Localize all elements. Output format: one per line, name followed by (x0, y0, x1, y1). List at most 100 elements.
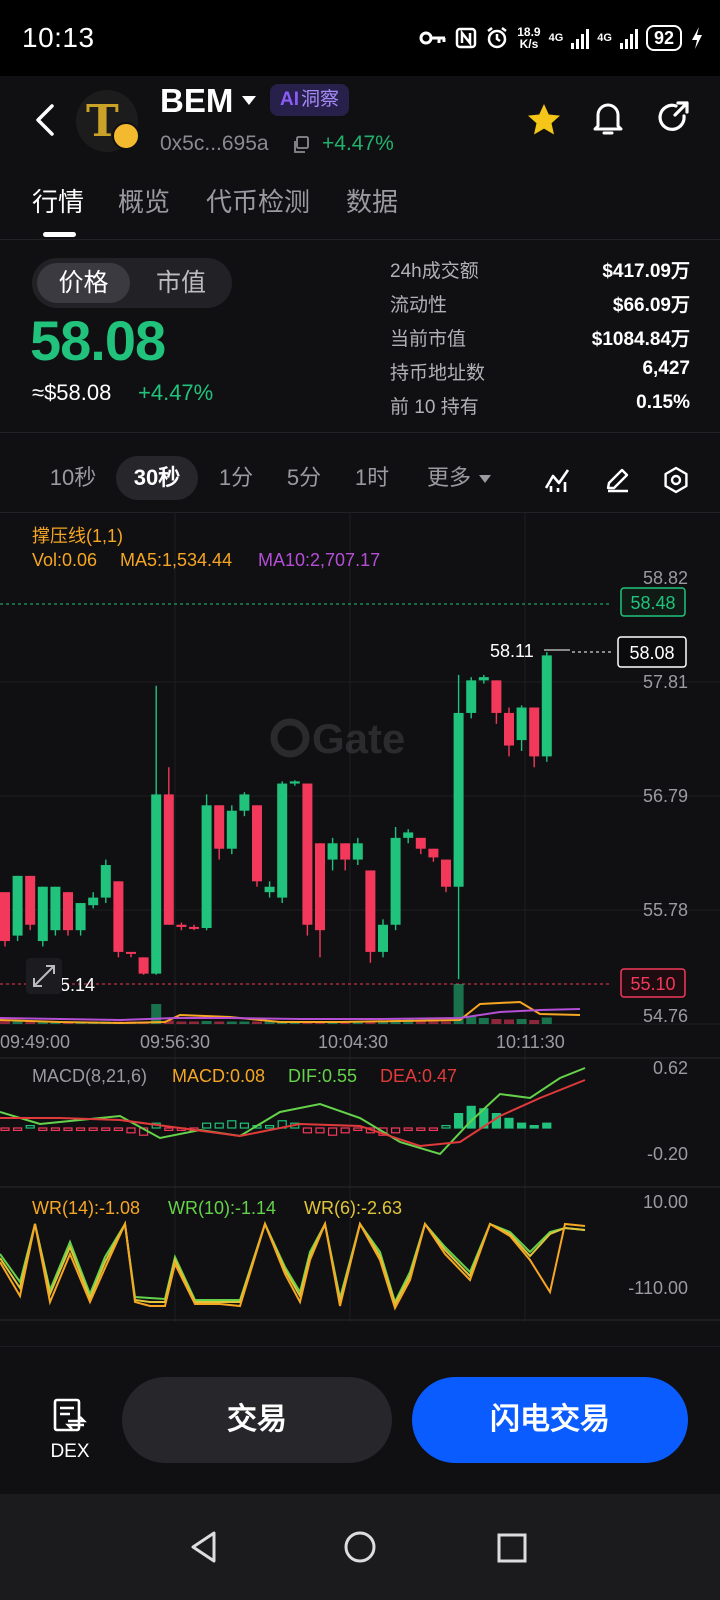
star-icon[interactable] (524, 100, 564, 140)
macd-bar (340, 1127, 350, 1134)
macd-bar (265, 1124, 275, 1129)
interval-5m[interactable]: 5分 (274, 456, 334, 500)
interval-10s[interactable]: 10秒 (40, 456, 106, 500)
macd-bar (75, 1127, 86, 1132)
tab-data[interactable]: 数据 (346, 182, 398, 219)
candle-body (239, 794, 250, 811)
gate-watermark: Gate (270, 715, 405, 762)
nav-back-icon[interactable] (188, 1530, 220, 1564)
volume-bar (214, 1021, 225, 1024)
candle-body (327, 843, 338, 860)
interval-30s[interactable]: 30秒 (116, 456, 198, 500)
interval-more[interactable]: 更多 (414, 456, 504, 500)
candle-body (390, 837, 401, 925)
wr10-line (0, 1220, 586, 1307)
kline-chart[interactable]: Gate 58.82 57.81 56.79 55.78 54.76 58.48… (0, 512, 720, 1346)
current-price-tag: 58.08 (617, 636, 687, 668)
overlay-indicator-name[interactable]: 撑压线(1,1) (32, 522, 123, 548)
expand-icon[interactable] (26, 958, 62, 994)
volume-bar (239, 1021, 250, 1024)
volume-label: Vol:0.06 (32, 550, 98, 570)
signal-icon-2 (619, 27, 638, 49)
macd-name[interactable]: MACD(8,21,6) (32, 1066, 147, 1087)
macd-bar (302, 1127, 312, 1134)
stat-label: 前 10 持有 (390, 397, 479, 418)
macd-axis-bottom: -0.20 (647, 1144, 688, 1164)
indicator-icon[interactable] (544, 466, 572, 494)
toggle-price[interactable]: 价格 (37, 263, 130, 303)
interval-1h[interactable]: 1时 (342, 456, 402, 500)
token-symbol[interactable]: BEM (160, 82, 233, 120)
wr6-line (0, 1220, 586, 1311)
stat-value: $1084.84万 (591, 329, 690, 350)
candle-body (541, 655, 552, 757)
tab-overview[interactable]: 概览 (118, 182, 170, 219)
divider (0, 432, 720, 433)
interval-bar: 10秒 30秒 1分 5分 1时 更多 (0, 446, 720, 506)
candle-body (466, 680, 477, 713)
candle-body (491, 680, 502, 713)
volume-ma10-line (0, 1008, 581, 1022)
stat-row-top10: 前 10 持有 0.15% (390, 392, 690, 426)
candle-body (504, 712, 514, 746)
resistance-tag-text: 58.48 (630, 593, 675, 613)
stat-value: 6,427 (642, 358, 690, 379)
time-axis-label: 09:56:30 (140, 1032, 210, 1052)
macd-bar (416, 1127, 426, 1132)
time-axis: 09:49:00 09:56:30 10:04:30 10:11:30 (0, 1032, 565, 1052)
macd-bar (529, 1124, 539, 1129)
candle-body (516, 707, 527, 741)
candle-body (0, 892, 10, 942)
candle-body (176, 924, 187, 927)
macd-bar (403, 1127, 413, 1132)
chevron-down-icon[interactable] (242, 96, 256, 105)
tab-token-check[interactable]: 代币检测 (206, 182, 310, 219)
trade-button[interactable]: 交易 (122, 1377, 392, 1463)
candle-body (113, 881, 124, 952)
macd-axis: 0.62 -0.20 (647, 1058, 688, 1164)
interval-1m[interactable]: 1分 (206, 456, 266, 500)
wr6-label: WR(6):-2.63 (304, 1198, 403, 1218)
net-speed-unit: K/s (519, 37, 539, 51)
nav-recents-icon[interactable] (496, 1532, 528, 1564)
network-type-1: 4G (548, 31, 564, 44)
draw-pen-icon[interactable] (604, 466, 632, 494)
wr10-label: WR(10):-1.14 (168, 1198, 277, 1218)
chevron-down-icon (479, 475, 491, 484)
back-button[interactable] (28, 100, 64, 140)
ai-prefix: AI (280, 89, 299, 110)
volume-bar (441, 1021, 451, 1024)
candle-body (378, 924, 388, 952)
charging-icon (692, 27, 702, 49)
nav-home-icon[interactable] (343, 1530, 377, 1564)
bell-icon[interactable] (590, 98, 626, 138)
dex-button[interactable]: DEX (38, 1387, 102, 1467)
toggle-market-cap[interactable]: 市值 (136, 263, 226, 303)
macd-bar (315, 1127, 325, 1134)
macd-bar (113, 1127, 124, 1132)
candle-body (12, 875, 23, 936)
usd-change: +4.47% (138, 380, 214, 405)
dea-value: DEA:0.47 (380, 1066, 458, 1086)
stat-label: 持币地址数 (390, 363, 486, 384)
copy-icon[interactable] (292, 136, 310, 154)
time-axis-label: 09:49:00 (0, 1032, 70, 1052)
candle-body (264, 886, 275, 893)
ai-insight-badge[interactable]: AI 洞察 (270, 84, 350, 116)
app-screen: T BEM AI 洞察 0x5c...695a +4.47% 行情 概览 代币检测… (0, 76, 720, 1494)
tab-market[interactable]: 行情 (32, 182, 84, 219)
macd-bar (542, 1122, 552, 1129)
stat-row-liquidity: 流动性 $66.09万 (390, 290, 690, 324)
time-axis-label: 10:04:30 (318, 1032, 388, 1052)
divider (0, 239, 720, 240)
net-speed: 18.9 K/s (517, 26, 540, 50)
battery-indicator: 92 (645, 25, 682, 51)
candle-body (226, 810, 237, 849)
volume-bar (541, 1017, 552, 1024)
candle-body (37, 886, 48, 942)
chart-settings-icon[interactable] (662, 466, 690, 494)
flash-trade-button[interactable]: 闪电交易 (412, 1377, 688, 1463)
share-icon[interactable] (654, 98, 692, 138)
macd-bar (38, 1127, 48, 1132)
high-price-label: 58.11 (490, 641, 534, 661)
